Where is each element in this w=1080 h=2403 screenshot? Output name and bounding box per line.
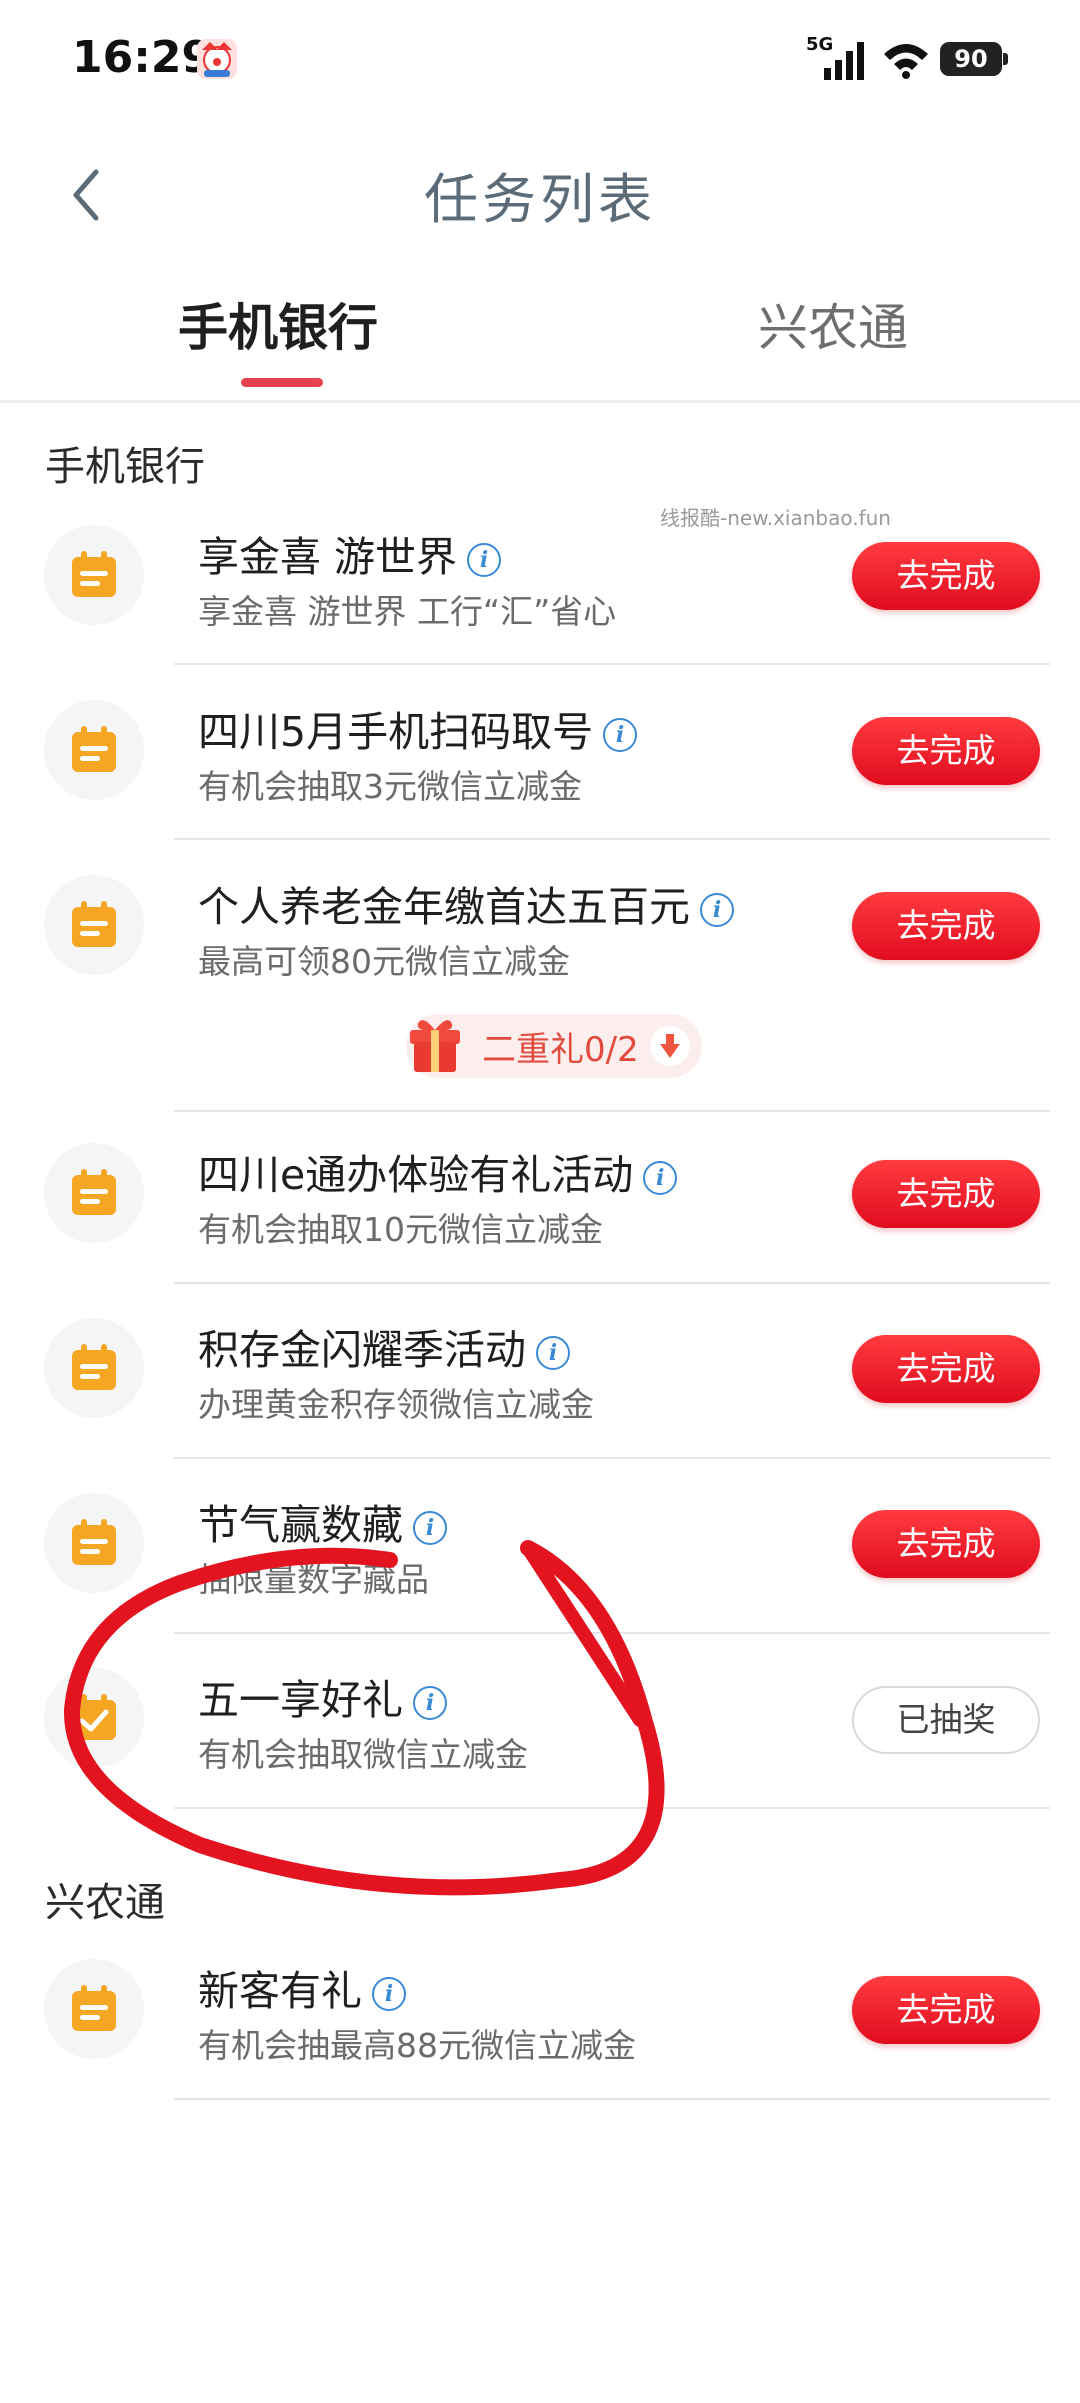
status-bar: 16:29 5G 90 bbox=[0, 0, 1080, 120]
section-title-xingnongtong: 兴农通 bbox=[45, 1880, 165, 1926]
clown-app-icon bbox=[197, 39, 237, 79]
page-title: 任务列表 bbox=[424, 168, 656, 231]
calendar-icon bbox=[72, 1344, 116, 1390]
task-title: 五一享好礼 bbox=[198, 1676, 403, 1724]
task-title: 节气赢数藏 bbox=[198, 1501, 403, 1549]
battery-indicator: 90 bbox=[940, 42, 1008, 76]
calendar-icon bbox=[72, 551, 116, 597]
info-icon[interactable]: i bbox=[467, 543, 502, 577]
task-icon bbox=[44, 1959, 144, 2059]
task-subtitle: 最高可领80元微信立减金 bbox=[198, 942, 570, 981]
complete-task-button[interactable]: 去完成 bbox=[852, 1335, 1040, 1403]
calendar-icon bbox=[72, 1519, 116, 1565]
task-icon bbox=[44, 700, 144, 800]
task-subtitle: 办理黄金积存领微信立减金 bbox=[198, 1385, 594, 1424]
complete-task-button[interactable]: 去完成 bbox=[852, 1160, 1040, 1228]
divider bbox=[174, 663, 1050, 665]
tab-mobile-banking[interactable]: 手机银行 bbox=[178, 288, 378, 360]
complete-task-button[interactable]: 去完成 bbox=[852, 892, 1040, 960]
active-tab-indicator bbox=[241, 378, 323, 387]
calendar-icon bbox=[72, 1985, 116, 2031]
info-icon[interactable]: i bbox=[536, 1336, 570, 1370]
task-icon bbox=[44, 1143, 144, 1243]
status-time: 16:29 bbox=[72, 32, 213, 83]
task-subtitle: 享金喜 游世界 工行“汇”省心 bbox=[198, 592, 617, 631]
task-subtitle: 有机会抽最高88元微信立减金 bbox=[198, 2026, 636, 2065]
info-icon[interactable]: i bbox=[700, 893, 734, 927]
task-title: 个人养老金年缴首达五百元 bbox=[198, 883, 690, 931]
drawn-status-button[interactable]: 已抽奖 bbox=[852, 1686, 1040, 1754]
task-title: 四川5月手机扫码取号 bbox=[198, 708, 594, 756]
task-icon bbox=[44, 1318, 144, 1418]
task-icon bbox=[44, 525, 144, 625]
divider bbox=[174, 2098, 1050, 2100]
divider bbox=[174, 1807, 1050, 1809]
tab-xingnongtong[interactable]: 兴农通 bbox=[758, 288, 908, 360]
arrow-down-icon bbox=[660, 1034, 680, 1058]
divider bbox=[174, 1110, 1050, 1112]
divider bbox=[174, 1632, 1050, 1634]
task-title: 新客有礼 bbox=[198, 1967, 362, 2015]
tabs-divider bbox=[0, 400, 1080, 403]
section-title-mobile-banking: 手机银行 bbox=[45, 444, 205, 490]
calendar-check-icon bbox=[72, 1694, 116, 1740]
calendar-icon bbox=[72, 901, 116, 947]
task-title: 四川e通办体验有礼活动 bbox=[198, 1151, 634, 1199]
gift-progress-text: 二重礼0/2 bbox=[482, 1030, 639, 1070]
calendar-icon bbox=[72, 1169, 116, 1215]
divider bbox=[174, 1282, 1050, 1284]
cellular-signal-icon bbox=[824, 42, 864, 80]
task-title: 享金喜 游世界 bbox=[198, 533, 458, 581]
task-subtitle: 有机会抽取10元微信立减金 bbox=[198, 1210, 603, 1249]
task-icon bbox=[44, 875, 144, 975]
gift-icon bbox=[410, 1020, 460, 1072]
info-icon[interactable]: i bbox=[413, 1511, 447, 1545]
watermark: 线报酷-new.xianbao.fun bbox=[660, 506, 891, 530]
info-icon[interactable]: i bbox=[372, 1977, 406, 2011]
info-icon[interactable]: i bbox=[413, 1686, 447, 1720]
info-icon[interactable]: i bbox=[643, 1161, 678, 1195]
task-subtitle: 有机会抽取3元微信立减金 bbox=[198, 767, 582, 806]
complete-task-button[interactable]: 去完成 bbox=[852, 1976, 1040, 2044]
gift-progress-badge[interactable]: 二重礼0/2 bbox=[406, 1014, 702, 1078]
task-subtitle: 有机会抽取微信立减金 bbox=[198, 1735, 528, 1774]
complete-task-button[interactable]: 去完成 bbox=[852, 717, 1040, 785]
task-subtitle: 抽限量数字藏品 bbox=[198, 1560, 429, 1599]
calendar-icon bbox=[72, 726, 116, 772]
divider bbox=[174, 1457, 1050, 1459]
info-icon[interactable]: i bbox=[603, 718, 638, 752]
task-icon bbox=[44, 1668, 144, 1768]
expand-arrow[interactable] bbox=[650, 1026, 690, 1066]
complete-task-button[interactable]: 去完成 bbox=[852, 1510, 1040, 1578]
divider bbox=[174, 838, 1050, 840]
complete-task-button[interactable]: 去完成 bbox=[852, 542, 1040, 610]
wifi-icon bbox=[884, 44, 928, 79]
task-icon bbox=[44, 1493, 144, 1593]
task-title: 积存金闪耀季活动 bbox=[198, 1326, 526, 1374]
